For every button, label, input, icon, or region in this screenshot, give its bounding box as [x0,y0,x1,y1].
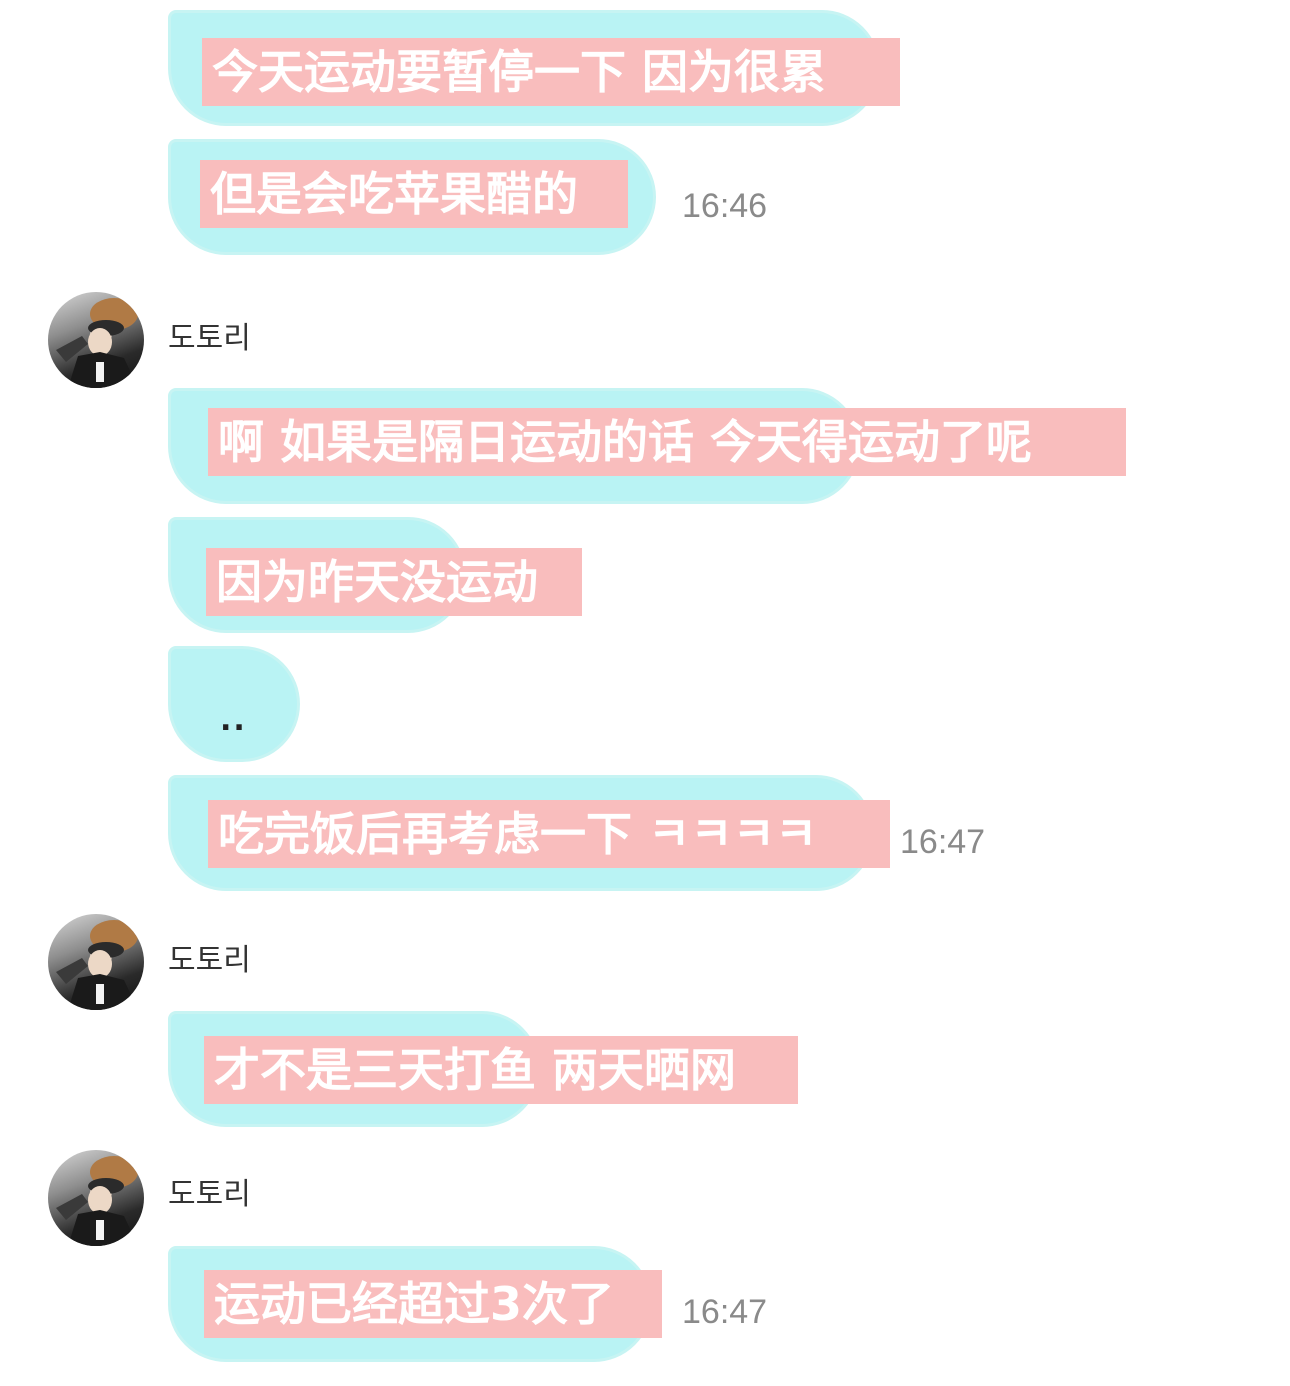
avatar-photo-icon [56,1156,138,1246]
message-text: 因为昨天没运动 [206,548,582,616]
message-text: .. [220,703,247,738]
message-text: 运动已经超过3次了 [204,1270,662,1338]
message-text: 才不是三天打鱼 两天晒网 [204,1036,798,1104]
message-timestamp: 16:46 [682,187,768,225]
avatar-photo-icon [56,298,138,388]
message-text: 今天运动要暂停一下 因为很累 [202,38,900,106]
message-text: 但是会吃苹果醋的 [200,160,628,228]
sender-name: 도토리 [168,943,251,978]
message-text: 啊 如果是隔日运动的话 今天得运动了呢 [208,408,1126,476]
message-timestamp: 16:47 [682,1293,768,1331]
message-timestamp: 16:47 [900,823,986,861]
sender-name: 도토리 [168,321,251,356]
avatar-icon[interactable] [48,1150,144,1246]
message-text: 吃完饭后再考虑一下 ㅋㅋㅋㅋ [208,800,890,868]
avatar-icon[interactable] [48,292,144,388]
sender-name: 도토리 [168,1177,251,1212]
avatar-photo-icon [56,920,138,1010]
avatar-icon[interactable] [48,914,144,1010]
